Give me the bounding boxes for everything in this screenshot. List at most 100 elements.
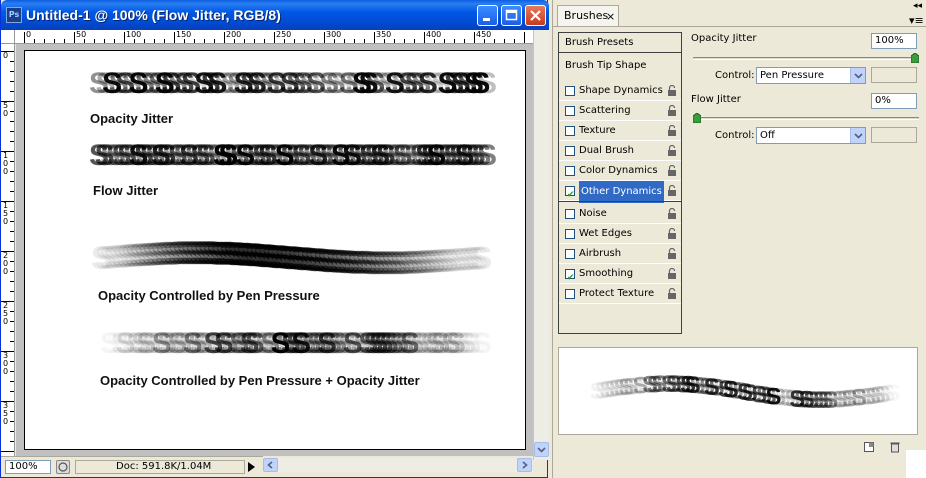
scroll-left-button[interactable] xyxy=(263,458,278,472)
brush-stamp: S xyxy=(477,67,497,100)
status-info-icon[interactable] xyxy=(56,460,70,474)
create-new-brush-icon[interactable] xyxy=(863,441,875,453)
checkbox[interactable] xyxy=(565,86,575,96)
panel-collapse-icon[interactable]: ◂◂ xyxy=(913,1,922,11)
lock-icon[interactable] xyxy=(667,105,677,117)
lock-icon[interactable] xyxy=(667,85,677,97)
checkbox[interactable] xyxy=(565,209,575,219)
ruler-top-label: 0 xyxy=(26,30,32,39)
ruler-top-label: 100 xyxy=(126,30,142,39)
maximize-icon xyxy=(505,9,518,21)
opacity-jitter-label: Opacity Jitter xyxy=(691,33,757,44)
document-canvas[interactable]: SSSSSSSSSSSSSSSSSSSSSSSSSSSSSSSSSSSSSSSS… xyxy=(24,50,526,450)
checkbox[interactable] xyxy=(565,146,575,156)
flow-jitter-slider-thumb[interactable] xyxy=(693,113,701,123)
brush-setting-dual-brush[interactable]: Dual Brush xyxy=(559,141,681,161)
status-menu-arrow-icon[interactable] xyxy=(248,462,255,472)
lock-icon[interactable] xyxy=(667,268,677,280)
checkbox[interactable] xyxy=(565,126,575,136)
desktop-strip xyxy=(906,450,926,478)
document-window: Ps Untitled-1 @ 100% (Flow Jitter, RGB/8… xyxy=(0,0,549,478)
minimize-icon xyxy=(483,18,490,21)
caption-opacity-jitter: Opacity Jitter xyxy=(90,111,174,126)
document-size-info: Doc: 591.8K/1.04M xyxy=(75,460,245,474)
opacity-jitter-slider[interactable] xyxy=(693,53,919,63)
checkbox[interactable] xyxy=(565,106,575,116)
opacity-jitter-field[interactable]: 100% xyxy=(871,33,917,49)
flow-jitter-control-select[interactable]: Off xyxy=(756,127,866,144)
flow-jitter-slider[interactable] xyxy=(693,113,919,123)
chevron-down-icon[interactable] xyxy=(850,68,865,83)
ruler-top-label: 400 xyxy=(426,30,442,39)
maximize-button[interactable] xyxy=(501,5,522,26)
checkbox[interactable]: ✔ xyxy=(565,269,575,283)
flow-jitter-field[interactable]: 0% xyxy=(871,93,917,109)
flow-jitter-control-label: Control: xyxy=(715,130,755,141)
opacity-jitter-control-select[interactable]: Pen Pressure xyxy=(756,67,866,84)
brush-setting-airbrush[interactable]: Airbrush xyxy=(559,244,681,264)
caption-flow-jitter: Flow Jitter xyxy=(93,183,159,198)
brush-stroke-preview: SSSSSSSSSSSSSSSSSSSSSSSSSSSSSSSSSSSSSSSS… xyxy=(558,347,918,435)
lock-icon[interactable] xyxy=(667,208,677,220)
brush-setting-protect-texture[interactable]: Protect Texture xyxy=(559,284,681,304)
scroll-down-button[interactable] xyxy=(534,442,549,457)
lock-icon[interactable] xyxy=(667,288,677,300)
ruler-top-label: 150 xyxy=(176,30,192,39)
chevron-right-icon xyxy=(522,461,528,469)
brush-setting-label: Wet Edges xyxy=(579,228,632,239)
caption-pen-pressure-jitter: Opacity Controlled by Pen Pressure + Opa… xyxy=(100,373,420,388)
flow-jitter-label: Flow Jitter xyxy=(691,94,741,105)
checkbox[interactable] xyxy=(565,289,575,299)
brush-presets-item[interactable]: Brush Presets xyxy=(559,33,681,53)
trash-icon[interactable] xyxy=(889,441,901,453)
zoom-level-field[interactable]: 100% xyxy=(5,460,51,474)
ruler-top-label: 200 xyxy=(226,30,242,39)
ruler-top-label: 250 xyxy=(276,30,292,39)
brush-setting-wet-edges[interactable]: Wet Edges xyxy=(559,224,681,244)
brush-setting-noise[interactable]: Noise xyxy=(559,204,681,224)
brush-setting-color-dynamics[interactable]: Color Dynamics xyxy=(559,161,681,181)
document-titlebar[interactable]: Ps Untitled-1 @ 100% (Flow Jitter, RGB/8… xyxy=(1,0,549,30)
vertical-scrollbar[interactable] xyxy=(533,30,549,460)
brush-setting-label: Color Dynamics xyxy=(579,165,658,176)
chevron-down-icon[interactable] xyxy=(850,128,865,143)
horizontal-ruler[interactable]: 0 50 100 150 200 250 300 350 400 450 xyxy=(15,30,533,44)
checkbox[interactable]: ✔ xyxy=(565,186,575,200)
brush-setting-scattering[interactable]: Scattering xyxy=(559,101,681,121)
flow-jitter-min-field xyxy=(871,127,917,143)
horizontal-scrollbar[interactable] xyxy=(263,458,533,472)
lock-icon[interactable] xyxy=(667,248,677,260)
vertical-ruler[interactable]: 0 5 0 1 0 0 1 5 0 2 0 0 2 5 0 3 0 0 3 5 0 xyxy=(1,44,15,456)
checkbox[interactable] xyxy=(565,166,575,176)
ruler-left-label: 2 0 0 xyxy=(3,251,9,276)
canvas-area[interactable]: SSSSSSSSSSSSSSSSSSSSSSSSSSSSSSSSSSSSSSSS… xyxy=(16,44,533,456)
scroll-right-button[interactable] xyxy=(517,458,532,472)
lock-icon[interactable] xyxy=(667,185,677,197)
lock-icon[interactable] xyxy=(667,228,677,240)
ruler-top-label: 50 xyxy=(76,30,87,39)
brush-tip-shape-item[interactable]: Brush Tip Shape xyxy=(559,56,681,76)
brush-setting-other-dynamics[interactable]: ✔ Other Dynamics xyxy=(559,181,681,203)
brushes-panel: ◂◂ Brushes × ▾≡ Brush Presets Brush Tip … xyxy=(552,0,926,478)
checkbox[interactable] xyxy=(565,249,575,259)
lock-icon[interactable] xyxy=(667,165,677,177)
lock-icon[interactable] xyxy=(667,145,677,157)
panel-footer xyxy=(553,437,926,457)
brush-setting-label: Airbrush xyxy=(579,248,622,259)
lock-icon[interactable] xyxy=(667,125,677,137)
close-button[interactable] xyxy=(525,5,546,26)
ruler-left-label: 3 0 0 xyxy=(3,351,9,376)
checkbox[interactable] xyxy=(565,229,575,239)
tab-close-icon[interactable]: × xyxy=(606,11,615,22)
brush-setting-label: Scattering xyxy=(579,105,631,116)
brush-setting-smoothing[interactable]: ✔ Smoothing xyxy=(559,264,681,284)
opacity-jitter-min-field xyxy=(871,67,917,83)
minimize-button[interactable] xyxy=(477,5,498,26)
ruler-left-label: 2 5 0 xyxy=(3,301,9,326)
brush-setting-label: Other Dynamics xyxy=(579,181,664,203)
brush-setting-shape-dynamics[interactable]: Shape Dynamics xyxy=(559,81,681,101)
tab-brushes[interactable]: Brushes × xyxy=(557,5,619,26)
ruler-origin[interactable] xyxy=(1,30,15,44)
brush-setting-texture[interactable]: Texture xyxy=(559,121,681,141)
opacity-jitter-slider-thumb[interactable] xyxy=(911,53,919,63)
